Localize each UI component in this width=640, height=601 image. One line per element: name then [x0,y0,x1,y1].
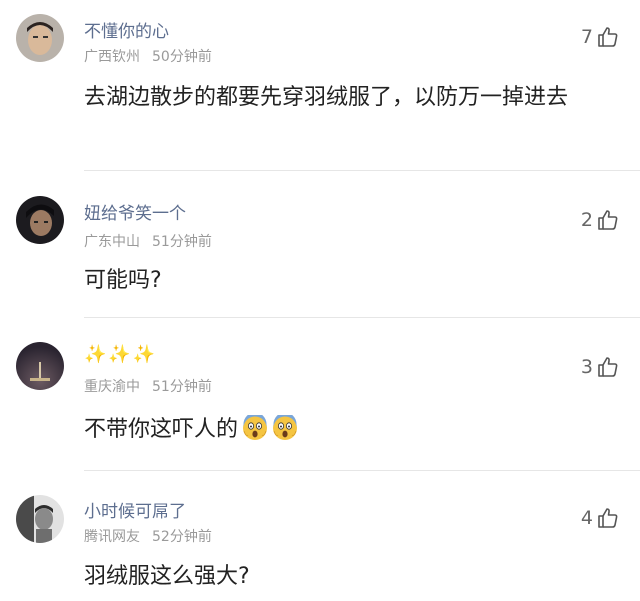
comment-text: 不带你这吓人的 [84,408,604,452]
username[interactable]: ✨✨✨ [84,344,157,365]
timestamp: 50分钟前 [152,49,212,65]
comment-text: 可能吗? [84,268,162,293]
comment-text: 羽绒服这么强大? [84,564,250,589]
avatar[interactable] [16,14,64,62]
username[interactable]: 小时候可屌了 [84,497,186,522]
avatar[interactable] [16,342,64,390]
comment-item: 不懂你的心 广西钦州 50分钟前 7 去湖边散步的都要先穿羽绒服了，以防万一掉进去 [0,0,640,171]
comment-meta: 广东中山 51分钟前 [84,231,212,251]
timestamp: 51分钟前 [152,234,212,250]
location: 腾讯网友 [84,529,140,545]
scream-emoji-icon [272,412,298,440]
timestamp: 51分钟前 [152,379,212,395]
thumbs-up-icon [596,208,620,232]
like-count: 2 [580,209,593,231]
username[interactable]: 妞给爷笑一个 [84,199,186,224]
comment-meta: 重庆渝中 51分钟前 [84,376,212,396]
comment-item: 小时候可屌了 腾讯网友 52分钟前 4 羽绒服这么强大? [0,471,640,601]
thumbs-up-icon [596,355,620,379]
like-button[interactable]: 2 [581,207,620,233]
avatar[interactable] [16,495,64,543]
comment-item: ✨✨✨ 重庆渝中 51分钟前 3 不带你这吓人的 [0,318,640,471]
comment-meta: 腾讯网友 52分钟前 [84,526,212,546]
like-button[interactable]: 7 [581,24,620,50]
username[interactable]: 不懂你的心 [84,17,169,42]
location: 重庆渝中 [84,379,140,395]
scream-emoji-icon [242,412,268,440]
comment-text: 去湖边散步的都要先穿羽绒服了，以防万一掉进去 [84,85,569,110]
like-button[interactable]: 3 [581,354,620,380]
timestamp: 52分钟前 [152,529,212,545]
like-button[interactable]: 4 [581,505,620,531]
location: 广西钦州 [84,49,140,65]
like-count: 3 [580,356,593,378]
comment-meta: 广西钦州 50分钟前 [84,46,212,66]
like-count: 4 [580,507,593,529]
thumbs-up-icon [596,25,620,49]
like-count: 7 [580,26,593,48]
thumbs-up-icon [596,506,620,530]
comment-text-content: 不带你这吓人的 [84,417,239,442]
location: 广东中山 [84,234,140,250]
comment-item: 妞给爷笑一个 广东中山 51分钟前 2 可能吗? [0,171,640,318]
avatar[interactable] [16,196,64,244]
